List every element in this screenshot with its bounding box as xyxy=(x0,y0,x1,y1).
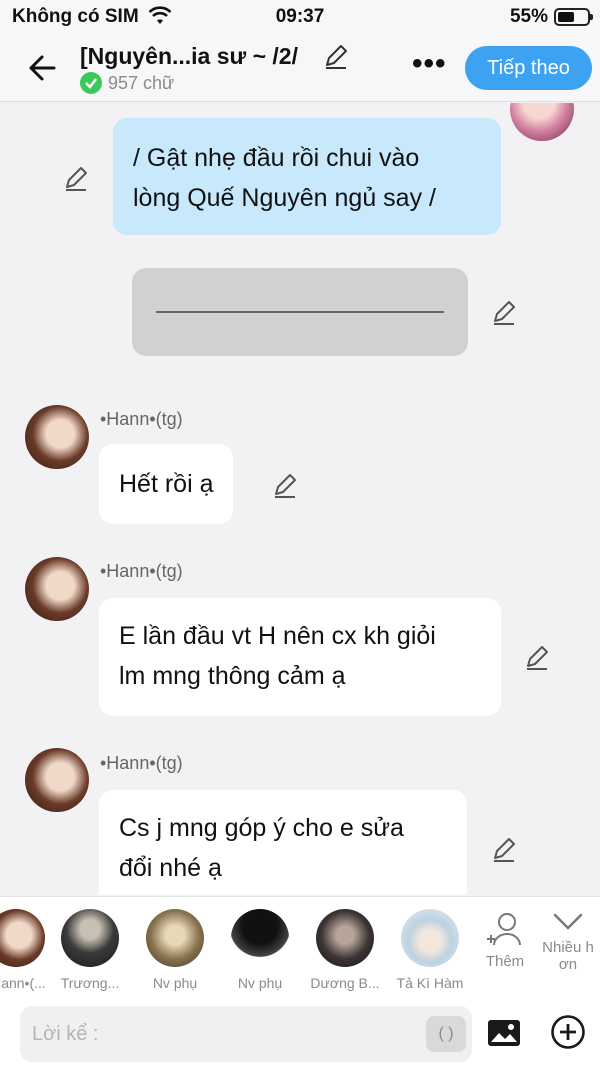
word-count-label: 957 chữ xyxy=(108,72,175,93)
message-text: E lần đầu vt H nên cx kh giỏi xyxy=(119,622,436,650)
more-options-icon[interactable]: ••• xyxy=(412,49,447,79)
author-name: •Hann•(tg) xyxy=(100,753,183,773)
message-text: Cs j mng góp ý cho e sửa xyxy=(119,814,404,842)
chat-area: / Gật nhẹ đầu rồi chui vào lòng Quế Nguy… xyxy=(0,103,600,895)
character-label: Tả Kì Hàm xyxy=(396,975,464,991)
parenthesis-button[interactable]: ( ) xyxy=(426,1016,466,1052)
character-avatar xyxy=(0,909,45,967)
add-icon[interactable] xyxy=(550,1014,586,1050)
character-avatar xyxy=(61,909,119,967)
message-bubble[interactable]: Cs j mng góp ý cho e sửa đổi nhé ạ xyxy=(99,790,467,895)
edit-title-icon[interactable] xyxy=(322,42,350,70)
add-character-button[interactable]: Thêm xyxy=(473,909,537,970)
message-text: / Gật nhẹ đầu rồi chui vào xyxy=(133,144,420,172)
add-person-icon xyxy=(487,913,521,946)
divider-line xyxy=(156,311,444,313)
battery-icon xyxy=(554,8,593,26)
status-bar: Không có SIM 09:37 55% xyxy=(0,0,600,34)
check-icon xyxy=(80,72,102,94)
character-item[interactable]: Dương B... xyxy=(305,909,385,991)
character-avatar xyxy=(316,909,374,967)
character-item[interactable]: Nv phụ xyxy=(220,909,300,991)
add-character-label: Thêm xyxy=(485,953,525,970)
avatar[interactable] xyxy=(25,748,89,812)
word-count: 957 chữ xyxy=(80,72,174,94)
avatar[interactable] xyxy=(25,405,89,469)
expand-label-line: Nhiều h xyxy=(542,939,594,956)
character-label: Dương B... xyxy=(310,975,380,991)
image-icon[interactable] xyxy=(487,1016,521,1050)
battery-percent: 55% xyxy=(509,6,548,27)
expand-label-line: ơn xyxy=(558,956,578,973)
character-avatar xyxy=(231,909,289,967)
character-label: Trương... xyxy=(60,975,120,991)
edit-icon[interactable] xyxy=(523,644,551,672)
chevron-down-icon xyxy=(553,913,583,930)
character-item[interactable]: Tả Kì Hàm xyxy=(390,909,470,991)
message-text: lòng Quế Nguyên ngủ say / xyxy=(133,184,436,212)
edit-icon[interactable] xyxy=(490,836,518,864)
edit-icon[interactable] xyxy=(271,472,299,500)
character-item[interactable]: •Hann•(... xyxy=(0,909,56,991)
character-label: Nv phụ xyxy=(237,975,283,991)
character-avatar xyxy=(401,909,459,967)
message-text: lm mng thông cảm ạ xyxy=(119,662,346,690)
separator-bubble[interactable] xyxy=(132,268,468,356)
story-header: [Nguyên...ia sư ~ /2/ 957 chữ ••• Tiếp t… xyxy=(0,34,600,102)
character-selector: •Hann•(... Trương... Nv phụ Nv phụ Dương… xyxy=(0,896,600,1000)
message-text: đổi nhé ạ xyxy=(119,854,222,882)
narration-input[interactable] xyxy=(20,1006,400,1062)
input-bar: ( ) xyxy=(0,1000,600,1067)
author-name: •Hann•(tg) xyxy=(100,409,183,429)
character-label: •Hann•(... xyxy=(0,975,46,991)
message-text: Hết rồi ạ xyxy=(119,470,214,498)
back-arrow-icon[interactable] xyxy=(24,48,64,88)
narration-input-wrap: ( ) xyxy=(20,1006,472,1062)
expand-label: Nhiều h ơn xyxy=(536,939,600,973)
edit-icon[interactable] xyxy=(490,299,518,327)
narrator-avatar[interactable] xyxy=(510,103,574,141)
avatar[interactable] xyxy=(25,557,89,621)
next-button[interactable]: Tiếp theo xyxy=(465,46,592,90)
narration-bubble[interactable]: / Gật nhẹ đầu rồi chui vào lòng Quế Nguy… xyxy=(113,118,501,235)
author-name: •Hann•(tg) xyxy=(100,561,183,581)
character-item[interactable]: Nv phụ xyxy=(135,909,215,991)
message-bubble[interactable]: E lần đầu vt H nên cx kh giỏi lm mng thô… xyxy=(99,598,501,716)
expand-characters-button[interactable]: Nhiều h ơn xyxy=(536,909,600,973)
character-item[interactable]: Trương... xyxy=(50,909,130,991)
edit-icon[interactable] xyxy=(62,165,90,193)
message-bubble[interactable]: Hết rồi ạ xyxy=(99,444,234,524)
character-label: Nv phụ xyxy=(152,975,198,991)
character-avatar xyxy=(146,909,204,967)
story-title[interactable]: [Nguyên...ia sư ~ /2/ xyxy=(80,43,298,70)
